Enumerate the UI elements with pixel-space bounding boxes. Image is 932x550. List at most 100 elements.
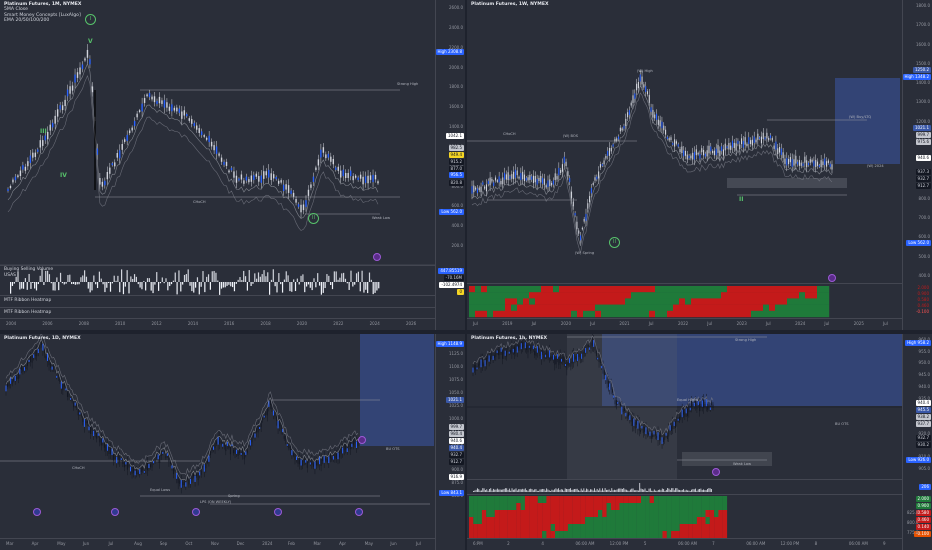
chart-pane-weekly[interactable]: Platinum Futures, 1W, NYMEX 1800.0 1700.0…: [467, 0, 932, 330]
price-plot-daily[interactable]: [0, 334, 465, 550]
candle: [655, 113, 658, 120]
price-tick-label: 900.0: [451, 467, 463, 473]
candle: [697, 152, 699, 155]
candle: [299, 457, 301, 465]
candle: [277, 180, 280, 184]
time-tick-label: 2014: [187, 321, 198, 326]
heatmap-subpane[interactable]: [467, 494, 902, 539]
subpane-title[interactable]: MTF Ribbon Heatmap: [4, 310, 51, 315]
candle: [208, 135, 210, 143]
volume-subpane[interactable]: Buying Selling Volume USAS: [0, 265, 435, 296]
candle: [331, 457, 333, 461]
candle: [722, 149, 725, 156]
candle: [156, 100, 158, 105]
time-tick-label: Aug: [134, 541, 142, 546]
candle: [668, 429, 670, 437]
low-value: 562.0: [917, 240, 929, 245]
symbol-title[interactable]: Platinum Futures, 1h, NYMEX: [471, 336, 547, 341]
subpane-title[interactable]: Buying Selling Volume: [4, 267, 53, 272]
candle: [232, 449, 234, 454]
candle: [352, 439, 354, 446]
candle: [347, 172, 349, 178]
candle: [200, 470, 202, 475]
candle: [530, 347, 532, 352]
time-tick-label: 2004: [6, 321, 17, 326]
candle: [165, 455, 167, 459]
candle: [85, 420, 87, 424]
candle: [630, 415, 632, 422]
candle: [630, 102, 632, 106]
volume-subpane[interactable]: [467, 479, 902, 495]
subpane-title[interactable]: MTF Ribbon Heatmap: [4, 298, 51, 303]
price-tick-label: 945.0: [918, 372, 930, 378]
candle: [211, 447, 213, 451]
event-marker-icon[interactable]: [358, 436, 366, 444]
symbol-title[interactable]: Platinum Futures, 1W, NYMEX: [471, 2, 549, 7]
indicator-label[interactable]: EMA 20/50/100/200: [4, 18, 81, 23]
candle: [123, 462, 125, 468]
candle: [608, 148, 611, 156]
event-marker-icon[interactable]: [828, 274, 836, 282]
symbol-title[interactable]: Platinum Futures, 1D, NYMEX: [4, 336, 81, 341]
price-axis[interactable]: 1800.0 1700.0 1600.0 1500.0 1400.0 1300.0 1200…: [902, 0, 932, 330]
candle: [641, 425, 643, 429]
time-axis[interactable]: Jul 2019 Jul 2020 Jul 2021 Jul 2022 Jul 2023 Jul 20…: [467, 318, 902, 330]
time-tick-label: Jul: [416, 541, 421, 546]
event-marker-icon[interactable]: [33, 508, 41, 516]
chart-pane-hourly[interactable]: Platinum Futures, 1h, NYMEX 960.0955.095…: [467, 334, 932, 550]
candle: [181, 111, 183, 119]
event-marker-icon[interactable]: [373, 253, 381, 261]
price-tick-label: 955.0: [918, 348, 930, 354]
candle: [59, 379, 61, 382]
chart-pane-monthly[interactable]: Platinum Futures, 1M, NYMEX 5MA Close Sm…: [0, 0, 465, 330]
candle: [194, 475, 196, 482]
candle: [572, 201, 574, 207]
low-badge: Low 926.0: [906, 457, 931, 463]
candle: [89, 59, 91, 65]
candle: [196, 125, 198, 130]
candle: [522, 171, 524, 180]
candle: [685, 408, 687, 414]
time-tick-label: Nov: [211, 541, 219, 546]
time-axis[interactable]: 2004 2006 2008 2010 2012 2014 2016 2018 2020 2022…: [0, 318, 435, 330]
price-badge: 912.7: [915, 183, 931, 189]
event-marker-icon[interactable]: [355, 508, 363, 516]
candle: [614, 400, 616, 405]
time-tick-label: 2: [507, 541, 510, 546]
time-axis[interactable]: Mar Apr May Jun Jul Aug Sep Oct Nov Dec 2024 Feb Mar…: [0, 538, 435, 550]
event-marker-icon[interactable]: [192, 508, 200, 516]
price-plot-weekly[interactable]: [467, 0, 932, 330]
candle: [485, 358, 487, 365]
candle: [128, 130, 131, 134]
pane-header: Platinum Futures, 1h, NYMEX: [471, 336, 547, 341]
candle: [634, 422, 636, 429]
candle: [49, 124, 51, 131]
heatmap-subpane[interactable]: [467, 283, 902, 319]
chart-pane-daily[interactable]: Platinum Futures, 1D, NYMEX 1125.0 1100.0…: [0, 334, 465, 550]
candle: [611, 389, 613, 393]
event-marker-icon[interactable]: [712, 468, 720, 476]
candle: [51, 366, 53, 370]
time-axis[interactable]: 6:PM 2 4 06:00 AM 12:00 PM 5 06:00 AM 7 06:00 AM…: [467, 538, 902, 550]
candle: [665, 129, 667, 135]
candle: [545, 185, 547, 188]
time-tick-label: Feb: [287, 541, 295, 546]
price-badge: 940.6: [915, 155, 931, 161]
candle: [508, 351, 510, 354]
candle: [163, 100, 166, 108]
event-marker-icon[interactable]: [111, 508, 119, 516]
candle: [320, 149, 322, 158]
event-marker-icon[interactable]: [274, 508, 282, 516]
candle: [645, 86, 647, 92]
candle: [176, 472, 178, 479]
candle: [68, 392, 70, 397]
candle: [578, 230, 580, 234]
time-tick-label: Jul: [590, 321, 595, 326]
candle: [534, 350, 536, 356]
candle: [632, 95, 634, 103]
heatmap-value: -0.100: [916, 309, 929, 314]
price-badge: 940.4: [915, 400, 931, 406]
candle: [531, 344, 533, 350]
high-badge: High 2308.8: [435, 49, 464, 55]
candle: [535, 351, 537, 357]
